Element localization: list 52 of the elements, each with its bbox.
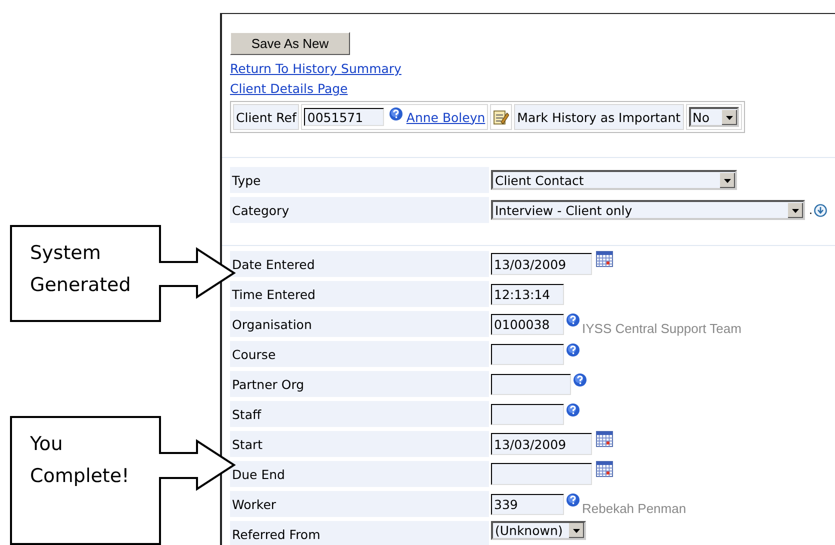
dot-text: . bbox=[809, 204, 812, 216]
help-icon[interactable] bbox=[566, 343, 580, 357]
input-field[interactable]: 0100038 bbox=[491, 314, 564, 334]
help-icon[interactable] bbox=[566, 403, 580, 417]
client-ref-field[interactable]: 0051571 bbox=[304, 108, 384, 126]
refresh-icon[interactable] bbox=[814, 204, 826, 216]
link[interactable]: Return To History Summary bbox=[230, 61, 402, 76]
dropdown[interactable]: Client Contact bbox=[491, 170, 737, 190]
dropdown[interactable]: No bbox=[688, 107, 739, 127]
input-field[interactable]: 13/03/2009 bbox=[491, 253, 592, 275]
input-field[interactable]: 339 bbox=[491, 494, 564, 514]
field-label: Organisation bbox=[230, 311, 489, 337]
field-label: Partner Org bbox=[230, 371, 489, 397]
dropdown-arrow-icon[interactable] bbox=[569, 523, 584, 538]
save-as-new-button[interactable]: Save As New bbox=[230, 32, 350, 55]
field-label: Type bbox=[230, 167, 489, 193]
calendar-icon[interactable] bbox=[596, 461, 613, 477]
dropdown[interactable]: (Unknown) bbox=[491, 521, 586, 540]
calendar-icon[interactable] bbox=[596, 431, 613, 447]
dropdown-arrow-icon[interactable] bbox=[788, 202, 803, 218]
input-field[interactable]: 13/03/2009 bbox=[491, 433, 592, 455]
field-label: Staff bbox=[230, 401, 489, 427]
field-label: Start bbox=[230, 431, 489, 457]
dropdown-arrow-icon[interactable] bbox=[722, 110, 737, 124]
field-label: Category bbox=[230, 197, 489, 223]
important-label: Mark History as Important bbox=[514, 104, 684, 130]
calendar-icon[interactable] bbox=[596, 251, 613, 267]
field-label: Time Entered bbox=[230, 281, 489, 307]
lookup-name: Rebekah Penman bbox=[582, 501, 686, 516]
input-field[interactable] bbox=[491, 344, 564, 364]
field-label: Referred From bbox=[230, 521, 489, 545]
help-icon[interactable] bbox=[573, 373, 587, 387]
input-field[interactable] bbox=[491, 404, 564, 424]
edit-note-icon[interactable] bbox=[493, 109, 510, 125]
callout-text: System Generated bbox=[30, 241, 132, 298]
field-label: Course bbox=[230, 341, 489, 367]
dropdown-arrow-icon[interactable] bbox=[720, 172, 735, 188]
dropdown[interactable]: Interview - Client only bbox=[491, 200, 805, 220]
input-field[interactable] bbox=[491, 374, 571, 394]
field-label: Date Entered bbox=[230, 251, 489, 277]
help-icon[interactable] bbox=[566, 493, 580, 507]
field-label: Worker bbox=[230, 491, 489, 517]
help-icon[interactable] bbox=[389, 107, 404, 121]
client-name-link[interactable]: Anne Boleyn bbox=[406, 110, 486, 124]
client-ref-label: Client Ref bbox=[233, 104, 300, 130]
callout-text: You Complete! bbox=[30, 432, 130, 489]
input-field[interactable]: 12:13:14 bbox=[491, 284, 564, 304]
field-label: Due End bbox=[230, 461, 489, 487]
lookup-name: IYSS Central Support Team bbox=[582, 321, 742, 336]
link[interactable]: Client Details Page bbox=[230, 81, 348, 96]
help-icon[interactable] bbox=[566, 313, 580, 327]
input-field[interactable] bbox=[491, 463, 592, 485]
